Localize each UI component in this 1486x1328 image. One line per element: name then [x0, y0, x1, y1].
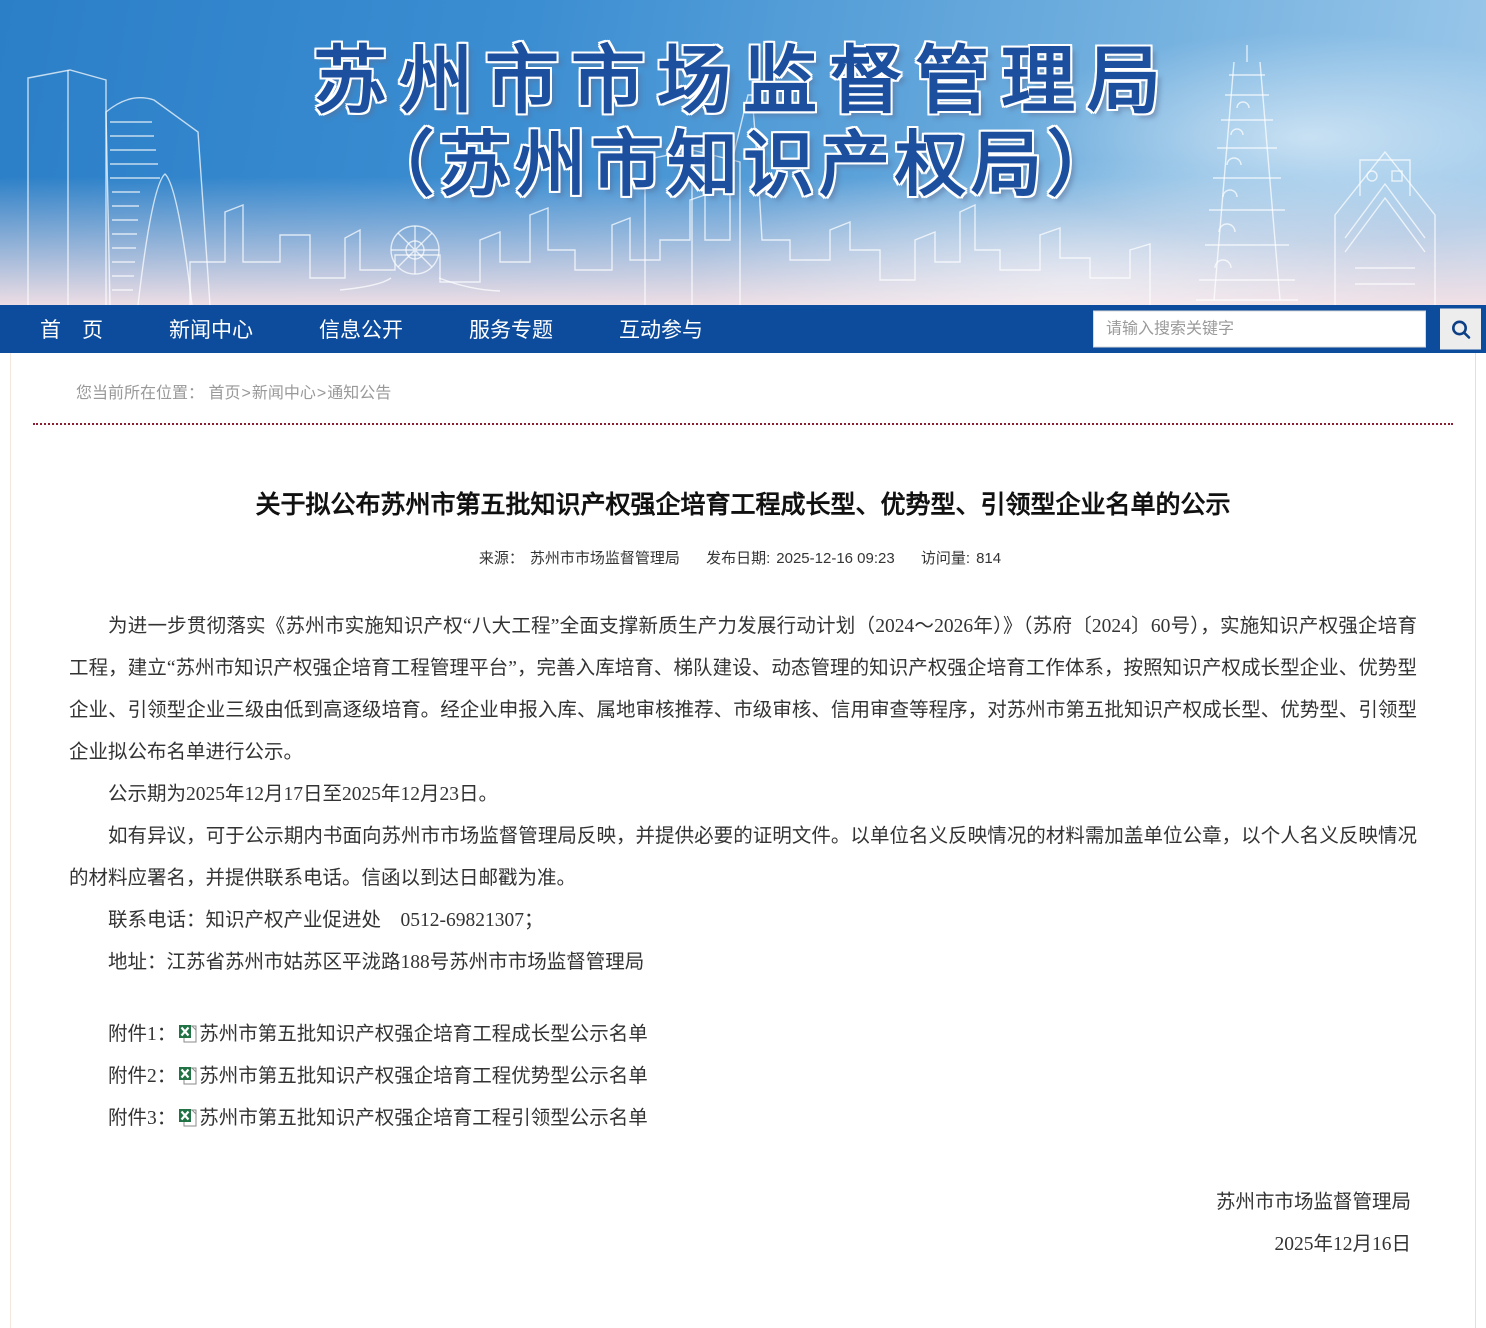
page-title: 关于拟公布苏州市第五批知识产权强企培育工程成长型、优势型、引领型企业名单的公示	[81, 485, 1405, 521]
attachment-row: 附件2： 苏州市第五批知识产权强企培育工程优势型公示名单	[69, 1056, 1417, 1098]
source-label: 来源：	[479, 550, 524, 567]
nav-item-interact[interactable]: 互动参与	[619, 314, 703, 344]
article-body: 为进一步贯彻落实《苏州市实施知识产权“八大工程”全面支撑新质生产力发展行动计划（…	[69, 606, 1417, 1266]
nav-item-info[interactable]: 信息公开	[319, 314, 403, 344]
paragraph: 地址：江苏省苏州市姑苏区平泷路188号苏州市市场监督管理局	[69, 942, 1417, 984]
attachment-row: 附件1： 苏州市第五批知识产权强企培育工程成长型公示名单	[69, 1014, 1417, 1056]
signature-date: 2025年12月16日	[69, 1224, 1411, 1266]
paragraph: 如有异议，可于公示期内书面向苏州市市场监督管理局反映，并提供必要的证明文件。以单…	[69, 816, 1417, 900]
breadcrumb-separator: >	[241, 385, 250, 402]
breadcrumb-home[interactable]: 首页	[208, 385, 240, 402]
nav-item-news[interactable]: 新闻中心	[169, 314, 253, 344]
article-meta: 来源： 苏州市市场监督管理局 发布日期: 2025-12-16 09:23 访问量:…	[11, 547, 1475, 568]
excel-file-icon	[178, 1108, 198, 1127]
signature-org: 苏州市市场监督管理局	[69, 1182, 1411, 1224]
source-value: 苏州市市场监督管理局	[530, 550, 680, 567]
main-nav: 首 页 新闻中心 信息公开 服务专题 互动参与	[0, 305, 1486, 353]
paragraph: 联系电话：知识产权产业促进处 0512-69821307；	[69, 900, 1417, 942]
excel-file-icon	[178, 1066, 198, 1085]
content-area: 您当前所在位置： 首页>新闻中心>通知公告 关于拟公布苏州市第五批知识产权强企培…	[10, 353, 1476, 1328]
paragraph: 公示期为2025年12月17日至2025年12月23日。	[69, 774, 1417, 816]
breadcrumb-prefix: 您当前所在位置：	[76, 385, 204, 402]
search-button[interactable]	[1440, 309, 1481, 350]
signature-block: 苏州市市场监督管理局 2025年12月16日	[69, 1182, 1417, 1266]
attachment-label: 附件2：	[108, 1066, 176, 1087]
excel-file-icon	[178, 1024, 198, 1043]
publish-date-label: 发布日期:	[706, 550, 770, 567]
site-banner: 苏州市市场监督管理局 （苏州市知识产权局）	[0, 0, 1486, 305]
search-bar	[1093, 309, 1481, 350]
breadcrumb-separator: >	[317, 385, 326, 402]
search-input[interactable]	[1093, 311, 1426, 348]
nav-item-services[interactable]: 服务专题	[469, 314, 553, 344]
nav-item-home[interactable]: 首 页	[40, 314, 103, 344]
site-title-line2: （苏州市知识产权局）	[0, 127, 1486, 205]
dotted-divider	[33, 423, 1453, 425]
breadcrumb: 您当前所在位置： 首页>新闻中心>通知公告	[11, 353, 1475, 423]
publish-date-value: 2025-12-16 09:23	[776, 550, 894, 567]
search-icon	[1450, 318, 1472, 340]
attachment-link-growth[interactable]: 苏州市第五批知识产权强企培育工程成长型公示名单	[199, 1024, 648, 1045]
views-value: 814	[976, 550, 1001, 567]
views-label: 访问量:	[921, 550, 970, 567]
attachments-list: 附件1： 苏州市第五批知识产权强企培育工程成长型公示名单 附件2： 苏州市第五批知识…	[69, 1014, 1417, 1140]
breadcrumb-notices[interactable]: 通知公告	[327, 385, 391, 402]
attachment-row: 附件3： 苏州市第五批知识产权强企培育工程引领型公示名单	[69, 1098, 1417, 1140]
breadcrumb-news[interactable]: 新闻中心	[252, 385, 316, 402]
attachment-link-advantage[interactable]: 苏州市第五批知识产权强企培育工程优势型公示名单	[199, 1066, 648, 1087]
paragraph: 为进一步贯彻落实《苏州市实施知识产权“八大工程”全面支撑新质生产力发展行动计划（…	[69, 606, 1417, 774]
attachment-link-leading[interactable]: 苏州市第五批知识产权强企培育工程引领型公示名单	[199, 1108, 648, 1129]
site-title: 苏州市市场监督管理局 （苏州市知识产权局）	[0, 40, 1486, 205]
attachment-label: 附件3：	[108, 1108, 176, 1129]
site-title-line1: 苏州市市场监督管理局	[0, 40, 1486, 121]
attachment-label: 附件1：	[108, 1024, 176, 1045]
